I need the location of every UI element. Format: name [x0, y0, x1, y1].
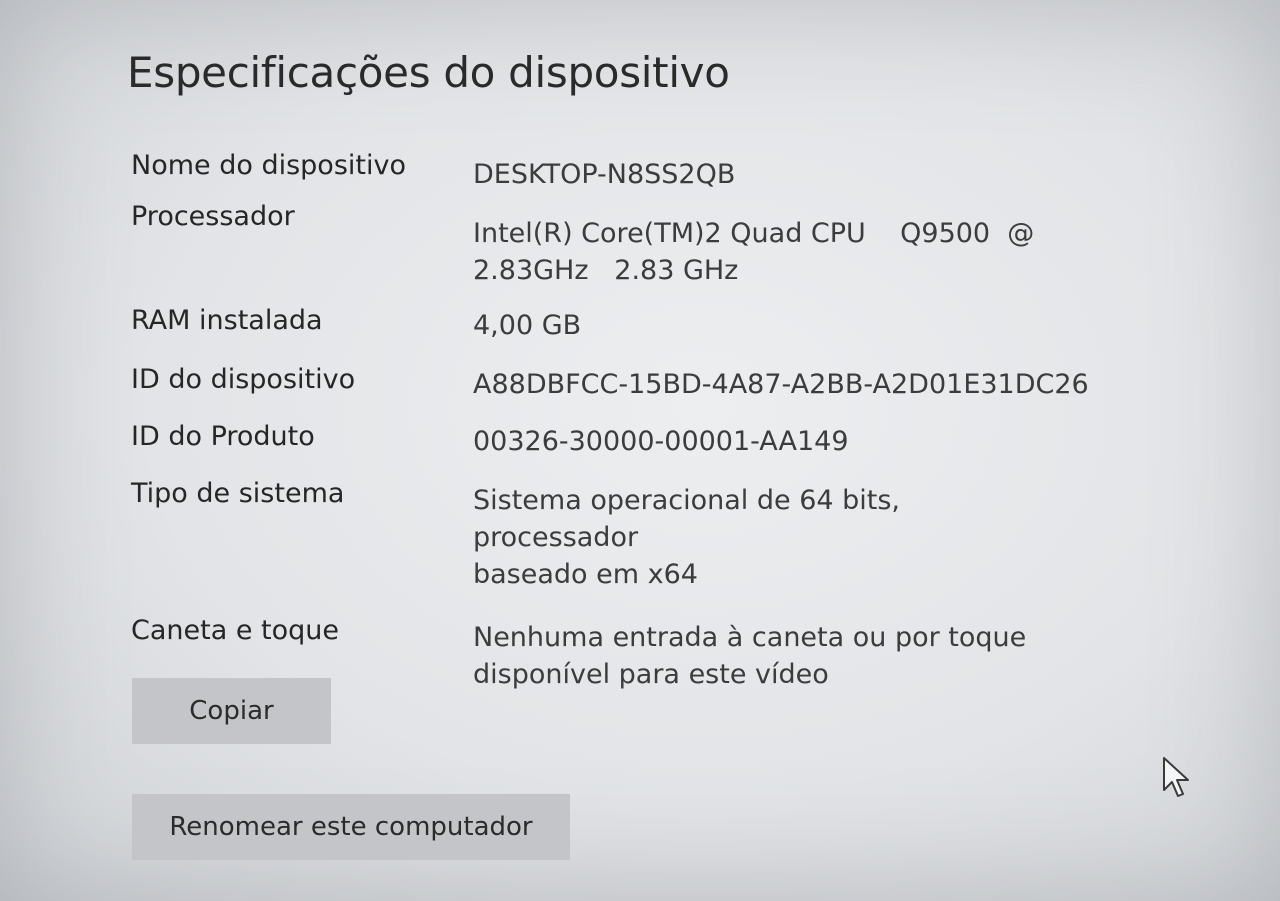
spec-label: Tipo de sistema [131, 478, 345, 509]
spec-label: Caneta e toque [131, 615, 339, 646]
spec-value: 00326-30000-00001-AA149 [473, 426, 849, 457]
spec-label: Nome do dispositivo [131, 150, 406, 181]
spec-value: Nenhuma entrada à caneta ou por toque di… [473, 622, 1027, 690]
spec-value: Sistema operacional de 64 bits, processa… [473, 485, 901, 590]
mouse-pointer-icon [1163, 757, 1189, 797]
spec-row-device-name: Nome do dispositivo DESKTOP-N8SS2QB [131, 148, 1131, 193]
spec-row-product-id: ID do Produto 00326-30000-00001-AA149 [131, 419, 1131, 460]
spec-row-system-type: Tipo de sistema Sistema operacional de 6… [131, 476, 1131, 593]
device-specs-list: Nome do dispositivo DESKTOP-N8SS2QB Proc… [131, 148, 1131, 707]
rename-pc-button[interactable]: Renomear este computador [132, 794, 570, 860]
spec-label: Processador [131, 201, 295, 232]
spec-row-processor: Processador Intel(R) Core(TM)2 Quad CPU … [131, 199, 1131, 289]
spec-value: Intel(R) Core(TM)2 Quad CPU Q9500 @ 2.83… [473, 218, 1035, 286]
spec-label: ID do dispositivo [131, 364, 356, 395]
spec-value: A88DBFCC-15BD-4A87-A2BB-A2D01E31DC26 [473, 369, 1089, 400]
spec-value: 4,00 GB [473, 310, 582, 341]
copy-button[interactable]: Copiar [132, 678, 331, 744]
spec-row-installed-ram: RAM instalada 4,00 GB [131, 303, 1131, 344]
spec-value: DESKTOP-N8SS2QB [473, 159, 736, 190]
spec-label: RAM instalada [131, 305, 323, 336]
spec-row-device-id: ID do dispositivo A88DBFCC-15BD-4A87-A2B… [131, 362, 1131, 403]
spec-label: ID do Produto [131, 421, 315, 452]
page-title: Especificações do dispositivo [127, 48, 730, 97]
